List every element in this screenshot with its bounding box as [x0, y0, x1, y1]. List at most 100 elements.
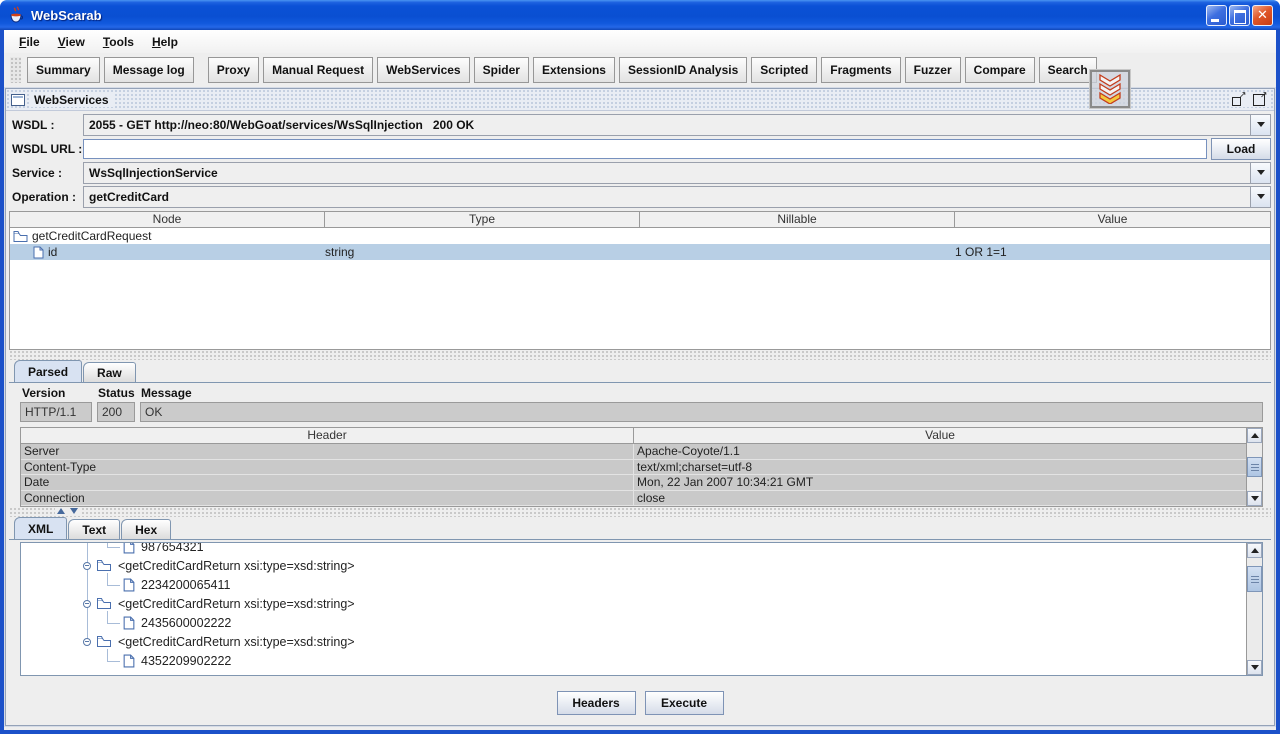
parameters-table: Node Type Nillable Value getCreditCardRe… [9, 211, 1271, 350]
window-title: WebScarab [31, 8, 1204, 23]
tree-item[interactable]: 987654321 [21, 543, 1246, 556]
operation-combobox[interactable]: getCreditCard [83, 186, 1271, 208]
java-cup-icon [7, 6, 25, 24]
tab-hex[interactable]: Hex [121, 519, 171, 539]
tab-spider[interactable]: Spider [474, 57, 529, 83]
node-value: 1 OR 1=1 [955, 244, 1270, 260]
document-icon [123, 578, 135, 592]
tab-manual-request[interactable]: Manual Request [263, 57, 373, 83]
tab-proxy[interactable]: Proxy [208, 57, 259, 83]
split-divider[interactable] [9, 350, 1271, 360]
tab-fragments[interactable]: Fragments [821, 57, 900, 83]
document-icon [123, 616, 135, 630]
expand-up-icon[interactable] [57, 508, 65, 514]
tab-xml[interactable]: XML [14, 517, 67, 539]
menu-tools[interactable]: Tools [94, 33, 143, 51]
tree-item[interactable]: 2234200065411 [21, 575, 1246, 594]
node-name: id [48, 245, 57, 259]
close-button[interactable] [1252, 5, 1273, 26]
tab-summary[interactable]: Summary [27, 57, 100, 83]
tree-expand-handle[interactable] [83, 600, 91, 608]
menu-file[interactable]: File [10, 33, 49, 51]
service-combobox[interactable]: WsSqlInjectionService [83, 162, 1271, 184]
operation-dropdown-arrow[interactable] [1250, 187, 1270, 207]
tab-text[interactable]: Text [68, 519, 120, 539]
menu-help[interactable]: Help [143, 33, 187, 51]
table-row-selected[interactable]: id string 1 OR 1=1 [10, 244, 1270, 260]
tab-compare[interactable]: Compare [965, 57, 1035, 83]
header-value: text/xml;charset=utf-8 [634, 460, 1246, 475]
execute-button[interactable]: Execute [645, 691, 724, 715]
header-name: Connection [21, 491, 634, 506]
frame-window-icon [11, 94, 25, 106]
xml-scrollbar[interactable] [1246, 543, 1262, 675]
header-name: Server [21, 444, 634, 459]
scrollbar-thumb[interactable] [1247, 566, 1262, 592]
tree-item[interactable]: <getCreditCardReturn xsi:type=xsd:string… [21, 594, 1246, 613]
tree-item-label: 2435600002222 [141, 616, 231, 630]
scroll-up-icon[interactable] [1247, 543, 1262, 558]
title-bar[interactable]: WebScarab [0, 0, 1280, 30]
toolbar-drag-handle[interactable] [10, 57, 21, 83]
tab-parsed[interactable]: Parsed [14, 360, 82, 382]
wsdl-url-row: WSDL URL : Load [9, 137, 1271, 160]
tab-scripted[interactable]: Scripted [751, 57, 817, 83]
scrollbar-thumb[interactable] [1247, 457, 1262, 477]
tree-item-label: 4352209902222 [141, 654, 231, 668]
column-type[interactable]: Type [325, 212, 640, 227]
chevrons-icon[interactable] [1090, 70, 1130, 108]
table-row[interactable]: getCreditCardRequest [10, 228, 1270, 244]
table-row[interactable]: Server Apache-Coyote/1.1 [21, 444, 1262, 460]
frame-title-bar[interactable]: WebServices [6, 89, 1274, 111]
tab-raw[interactable]: Raw [83, 362, 136, 382]
frame-maximize-icon[interactable] [1252, 93, 1267, 107]
column-node[interactable]: Node [10, 212, 325, 227]
tree-item[interactable]: <getCreditCardReturn xsi:type=xsd:string… [21, 556, 1246, 575]
split-divider[interactable] [9, 507, 1271, 517]
column-value[interactable]: Value [955, 212, 1270, 227]
status-label: Status [98, 386, 141, 400]
action-bar: Headers Execute [9, 676, 1271, 723]
tab-search[interactable]: Search [1039, 57, 1097, 83]
table-row[interactable]: Content-Type text/xml;charset=utf-8 [21, 460, 1262, 476]
headers-scrollbar[interactable] [1246, 428, 1262, 506]
service-dropdown-arrow[interactable] [1250, 163, 1270, 183]
frame-title: WebServices [30, 93, 113, 107]
scroll-down-icon[interactable] [1247, 491, 1262, 506]
menu-view[interactable]: View [49, 33, 94, 51]
table-row[interactable]: Connection close [21, 491, 1262, 507]
wsdl-combobox[interactable]: 2055 - GET http://neo:80/WebGoat/service… [83, 114, 1271, 136]
tree-item[interactable]: 2435600002222 [21, 613, 1246, 632]
column-value[interactable]: Value [634, 428, 1246, 443]
table-row[interactable]: Date Mon, 22 Jan 2007 10:34:21 GMT [21, 475, 1262, 491]
tree-expand-handle[interactable] [83, 562, 91, 570]
tab-extensions[interactable]: Extensions [533, 57, 615, 83]
minimize-button[interactable] [1206, 5, 1227, 26]
tree-item-label: <getCreditCardReturn xsi:type=xsd:string… [118, 597, 355, 611]
scroll-down-icon[interactable] [1247, 660, 1262, 675]
headers-button[interactable]: Headers [557, 691, 636, 715]
expand-down-icon[interactable] [70, 508, 78, 514]
frame-minimize-icon[interactable] [1231, 93, 1246, 107]
folder-icon [13, 230, 28, 243]
scroll-up-icon[interactable] [1247, 428, 1262, 443]
folder-icon [96, 597, 112, 610]
tree-expand-handle[interactable] [83, 638, 91, 646]
wsdl-url-input[interactable] [83, 139, 1207, 159]
document-icon [33, 246, 44, 259]
tab-webservices[interactable]: WebServices [377, 57, 470, 83]
tree-item[interactable]: 4352209902222 [21, 651, 1246, 670]
status-value: 200 [97, 402, 135, 422]
tree-item-label: <getCreditCardReturn xsi:type=xsd:string… [118, 559, 355, 573]
node-name: getCreditCardRequest [32, 229, 151, 243]
tab-fuzzer[interactable]: Fuzzer [905, 57, 961, 83]
maximize-button[interactable] [1229, 5, 1250, 26]
wsdl-dropdown-arrow[interactable] [1250, 115, 1270, 135]
tree-item[interactable]: <getCreditCardReturn xsi:type=xsd:string… [21, 632, 1246, 651]
load-button[interactable]: Load [1211, 138, 1271, 160]
service-row: Service : WsSqlInjectionService [9, 161, 1271, 184]
column-header[interactable]: Header [21, 428, 634, 443]
tab-message-log[interactable]: Message log [104, 57, 194, 83]
tab-sessionid-analysis[interactable]: SessionID Analysis [619, 57, 747, 83]
column-nillable[interactable]: Nillable [640, 212, 955, 227]
